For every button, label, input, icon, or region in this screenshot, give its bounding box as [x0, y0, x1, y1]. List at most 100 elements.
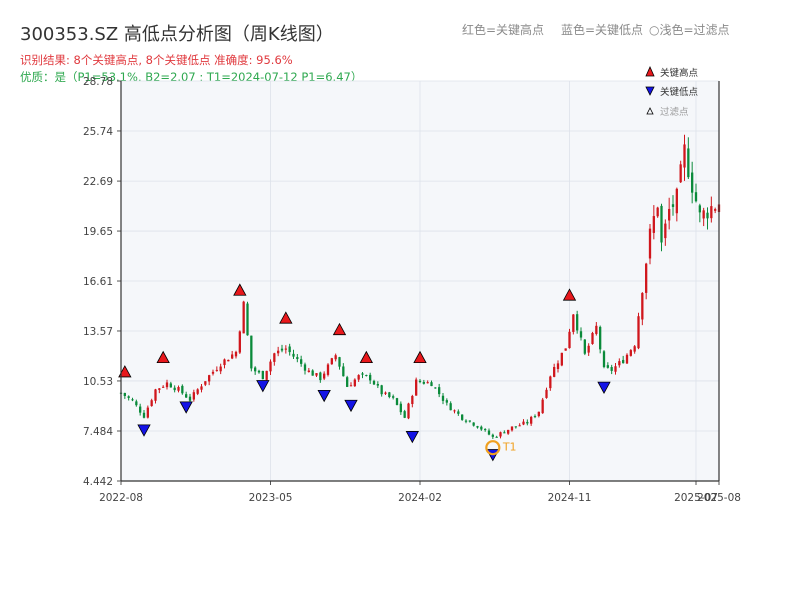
candle-body [349, 385, 353, 387]
candle-body [307, 370, 310, 372]
candle-body [457, 411, 460, 414]
candle-body [702, 210, 705, 219]
candle-body [334, 355, 337, 360]
candle-body [595, 325, 598, 334]
candle-body [587, 345, 590, 353]
candle-body [204, 381, 207, 385]
candle-body [284, 348, 287, 350]
candle-body [622, 359, 625, 364]
candle-body [706, 212, 709, 219]
candle-body [487, 430, 491, 435]
candle-body [250, 335, 253, 369]
y-tick-label: 28.78 [83, 76, 113, 88]
candle-body [583, 339, 586, 354]
candle-body [399, 403, 402, 413]
candle-body [434, 387, 437, 389]
y-tick-label: 25.74 [83, 126, 113, 138]
candle-body [265, 370, 268, 380]
candle-body [280, 348, 284, 351]
candle-body [668, 208, 671, 221]
candle-body [656, 207, 659, 217]
candle-body [388, 392, 391, 398]
candle-body [131, 399, 134, 401]
candle-body [411, 396, 414, 405]
candle-body [564, 348, 567, 351]
candle-body [652, 216, 655, 233]
candle-body [188, 396, 192, 401]
candle-body [480, 426, 483, 430]
candle-body [648, 228, 652, 259]
candle-body [422, 381, 425, 384]
candle-body [303, 364, 307, 371]
candle-body [319, 372, 322, 381]
candle-body [710, 206, 713, 219]
candle-body [200, 386, 203, 390]
candle-body [545, 389, 548, 398]
candle-body [476, 426, 479, 428]
candle-body [177, 387, 180, 391]
candle-body [514, 426, 517, 428]
candle-body [208, 375, 211, 382]
y-tick-label: 10.53 [83, 376, 113, 388]
candle-body [533, 416, 537, 418]
candle-body [372, 380, 376, 385]
candle-body [461, 414, 464, 420]
candle-body [211, 371, 215, 374]
candle-body [376, 384, 379, 386]
candle-body [346, 377, 349, 387]
candle-body [323, 373, 326, 379]
candle-body [606, 365, 609, 368]
t1-label: T1 [502, 441, 517, 454]
kline-chart: T1 4.442 7.484 10.53 13.57 16.61 19.65 22.69 25… [83, 66, 741, 504]
candle-body [273, 353, 276, 362]
candle-body [602, 351, 606, 368]
candle-body [288, 346, 291, 353]
candle-body [671, 204, 675, 207]
candle-body [154, 389, 157, 401]
candle-body [296, 357, 299, 360]
candle-body [392, 396, 395, 398]
candle-body [369, 374, 372, 381]
candle-body [464, 420, 468, 422]
candle-body [633, 346, 636, 352]
candle-body [618, 361, 621, 366]
candle-body [139, 406, 142, 413]
candle-body [664, 223, 667, 239]
candle-body [365, 374, 368, 376]
candle-body [698, 205, 701, 213]
candle-body [641, 293, 644, 320]
candle-body [361, 373, 364, 375]
candle-body [449, 403, 452, 411]
candle-body [418, 380, 422, 383]
candle-body [403, 411, 406, 418]
candle-body [503, 432, 506, 434]
candle-body [165, 382, 169, 388]
x-tick-label: 2024-02 [398, 492, 442, 504]
candle-body [254, 367, 257, 372]
candle-body [541, 399, 544, 414]
candle-body [530, 416, 533, 424]
candle-body [591, 332, 594, 344]
candle-body [579, 331, 583, 338]
x-tick-label: 2025-08 [697, 492, 741, 504]
candle-body [495, 436, 498, 438]
candle-body [223, 359, 226, 366]
candle-body [173, 387, 176, 391]
candle-body [507, 429, 510, 434]
candle-body [215, 369, 218, 371]
candle-body [162, 386, 165, 388]
candle-body [625, 354, 629, 364]
legend-high-icon [645, 66, 655, 77]
candle-body [675, 188, 678, 214]
candle-body [196, 389, 199, 394]
candle-body [357, 375, 360, 380]
y-tick-label: 22.69 [83, 176, 113, 188]
candle-body [614, 366, 617, 372]
candle-body [338, 357, 341, 367]
legend-high-label: 关键高点 [660, 67, 699, 79]
candle-body [127, 396, 130, 398]
candle-body [691, 172, 694, 193]
y-tick-label: 16.61 [83, 276, 113, 288]
candle-body [426, 382, 429, 384]
candle-body [510, 426, 514, 431]
